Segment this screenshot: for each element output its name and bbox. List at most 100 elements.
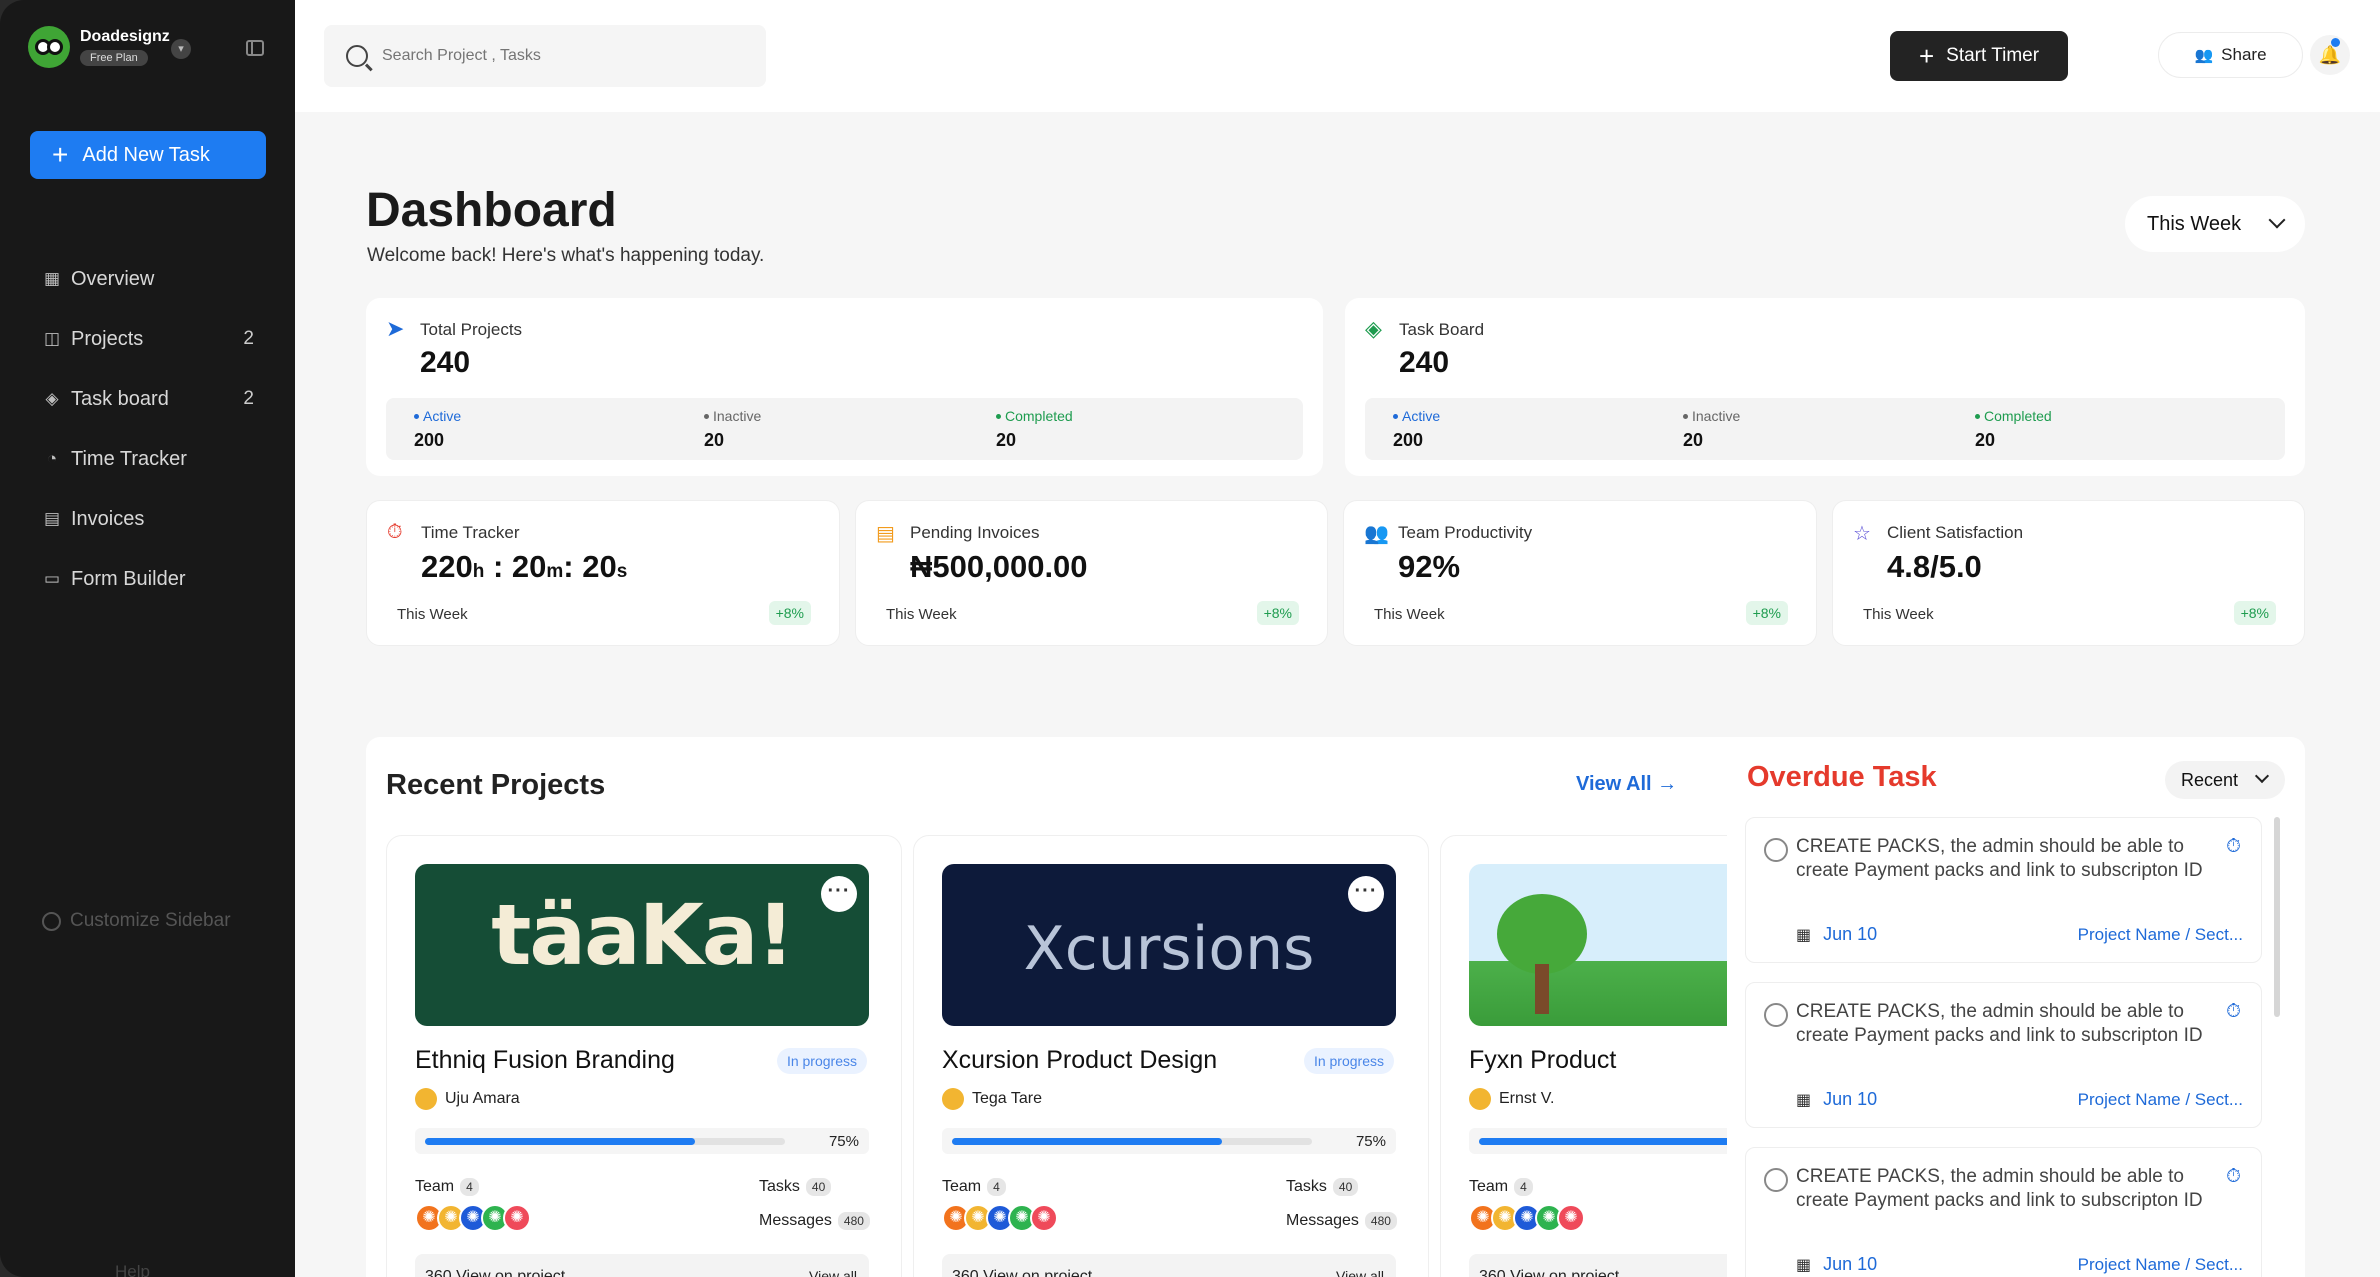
overdue-task-item[interactable]: CREATE PACKS, the admin should be able t… xyxy=(1745,1147,2262,1277)
stat-value: 240 xyxy=(420,346,471,379)
project-banner: Xcursions ··· xyxy=(942,864,1396,1026)
document-icon: ▤ xyxy=(876,523,895,545)
task-checkbox[interactable] xyxy=(1764,1168,1788,1192)
task-board-card[interactable]: ◈ Task Board 240 Active 200 Inactive 20 … xyxy=(1345,298,2305,476)
pending-invoices-card[interactable]: ▤ Pending Invoices ₦500,000.00 This Week… xyxy=(855,500,1328,646)
team-label: Team xyxy=(942,1178,982,1195)
client-satisfaction-card[interactable]: ☆ Client Satisfaction 4.8/5.0 This Week … xyxy=(1832,500,2305,646)
collapse-sidebar-icon[interactable] xyxy=(246,40,264,56)
project-owner: Ernst V. xyxy=(1469,1088,1554,1110)
sidebar-nav: ▦ Overview ◫ Projects 2 ◈ Task board 2 ◔… xyxy=(42,249,254,609)
sidebar-item-projects[interactable]: ◫ Projects 2 xyxy=(42,309,254,369)
date-range-select[interactable]: This Week xyxy=(2125,196,2305,252)
grid-icon: ▦ xyxy=(43,269,61,288)
view-all-link[interactable]: View all xyxy=(1336,1268,1384,1277)
minutes-value: 20 xyxy=(511,549,547,584)
messages-count: Messages 480 xyxy=(759,1212,870,1230)
tasks-count-badge: 40 xyxy=(805,1178,832,1196)
metric-label: Time Tracker xyxy=(421,523,520,542)
settings-circle-icon xyxy=(42,911,61,931)
share-button[interactable]: 👥 Share xyxy=(2158,32,2303,78)
page-title: Dashboard xyxy=(366,184,617,237)
team-label: Team xyxy=(1469,1178,1509,1195)
tree-trunk xyxy=(1535,964,1549,1014)
search-input[interactable] xyxy=(382,47,762,65)
owner-name: Uju Amara xyxy=(445,1090,520,1107)
avatar xyxy=(503,1204,531,1232)
messages-count-badge: 480 xyxy=(837,1212,870,1230)
task-checkbox[interactable] xyxy=(1764,838,1788,862)
project-footer[interactable]: 360 View on project View all xyxy=(942,1254,1396,1277)
stat-label: Task Board xyxy=(1399,320,1485,339)
total-projects-card[interactable]: ➤ Total Projects 240 Active 200 Inactive… xyxy=(366,298,1323,476)
view-on-project-link[interactable]: 360 View on project xyxy=(952,1268,1092,1277)
status-badge: In progress xyxy=(776,1048,867,1074)
workspace-switcher[interactable]: Doadesignz Free Plan ▾ xyxy=(28,26,191,68)
sidebar-item-form-builder[interactable]: ▭ Form Builder xyxy=(42,549,254,609)
tasks-count: Tasks 40 xyxy=(1286,1178,1359,1196)
search-bar[interactable] xyxy=(324,25,766,87)
tree-illustration xyxy=(1497,894,1587,974)
messages-count: Messages 480 xyxy=(1286,1212,1397,1230)
progress-percent: 75% xyxy=(828,1133,859,1150)
sidebar-item-overview[interactable]: ▦ Overview xyxy=(42,249,254,309)
stat-active-value: 200 xyxy=(1393,430,1424,450)
tasks-label: Tasks xyxy=(759,1178,800,1195)
team-productivity-card[interactable]: 👥 Team Productivity 92% This Week +8% xyxy=(1343,500,1817,646)
stopwatch-icon[interactable]: ⏱ xyxy=(2226,1166,2241,1188)
sidebar-item-task-board[interactable]: ◈ Task board 2 xyxy=(42,369,254,429)
avatar xyxy=(1030,1204,1058,1232)
workspace-name: Doadesignz xyxy=(80,28,170,45)
view-all-projects-link[interactable]: View All → xyxy=(1576,773,1677,796)
chevron-down-icon[interactable]: ▾ xyxy=(171,39,191,59)
more-options-icon[interactable]: ··· xyxy=(821,876,857,912)
add-new-task-button[interactable]: + Add New Task xyxy=(30,131,266,179)
help-link[interactable]: Help xyxy=(115,1262,150,1277)
view-on-project-link[interactable]: 360 View on project xyxy=(1479,1268,1619,1277)
users-icon: 👥 xyxy=(2194,47,2214,64)
send-icon: ➤ xyxy=(386,316,405,341)
task-project-link[interactable]: Project Name / Sect... xyxy=(2078,1090,2243,1110)
stat-inactive-label: Inactive xyxy=(704,408,761,424)
view-all-link[interactable]: View all xyxy=(809,1268,857,1277)
team-count-badge: 4 xyxy=(987,1178,1006,1196)
more-options-icon[interactable]: ··· xyxy=(1348,876,1384,912)
overdue-filter-select[interactable]: Recent xyxy=(2165,761,2285,799)
sidebar-item-invoices[interactable]: ▤ Invoices xyxy=(42,489,254,549)
metric-value: 220h : 20m: 20s xyxy=(421,549,628,584)
customize-sidebar-label: Customize Sidebar xyxy=(70,910,231,931)
project-card[interactable]: täaKa! ··· Ethniq Fusion Branding In pro… xyxy=(386,835,902,1277)
project-footer[interactable]: 360 View on project View all xyxy=(415,1254,869,1277)
metric-value: 4.8/5.0 xyxy=(1887,549,1982,584)
task-project-link[interactable]: Project Name / Sect... xyxy=(2078,1255,2243,1275)
messages-label: Messages xyxy=(1286,1212,1359,1229)
view-on-project-link[interactable]: 360 View on project xyxy=(425,1268,565,1277)
scrollbar[interactable] xyxy=(2274,817,2280,1017)
project-progress: 75% xyxy=(942,1128,1396,1154)
task-checkbox[interactable] xyxy=(1764,1003,1788,1027)
task-project-link[interactable]: Project Name / Sect... xyxy=(2078,925,2243,945)
start-timer-button[interactable]: + Start Timer xyxy=(1890,31,2068,81)
stopwatch-icon: ⏱ xyxy=(387,521,403,543)
metric-period: This Week xyxy=(1374,606,1445,623)
metric-label: Team Productivity xyxy=(1398,523,1533,542)
customize-sidebar-button[interactable]: Customize Sidebar xyxy=(42,910,231,932)
overdue-filter-value: Recent xyxy=(2181,769,2239,790)
date-range-value: This Week xyxy=(2147,212,2242,235)
sidebar-item-time-tracker[interactable]: ◔ Time Tracker xyxy=(42,429,254,489)
tasks-count: Tasks 40 xyxy=(759,1178,832,1196)
bell-icon[interactable]: 🔔 xyxy=(2310,35,2350,75)
metric-delta-badge: +8% xyxy=(768,601,811,625)
users-icon: 👥 xyxy=(1364,523,1389,545)
overdue-tasks-panel: Overdue Task Recent CREATE PACKS, the ad… xyxy=(1727,737,2305,1277)
time-tracker-card[interactable]: ⏱ Time Tracker 220h : 20m: 20s This Week… xyxy=(366,500,840,646)
stat-active-label: Active xyxy=(1393,408,1440,424)
metric-delta-badge: +8% xyxy=(2233,601,2276,625)
stopwatch-icon[interactable]: ⏱ xyxy=(2226,836,2241,858)
stat-completed: Completed 20 xyxy=(1975,408,2052,451)
stopwatch-icon[interactable]: ⏱ xyxy=(2226,1001,2241,1023)
overdue-task-item[interactable]: CREATE PACKS, the admin should be able t… xyxy=(1745,817,2262,963)
project-card[interactable]: Xcursions ··· Xcursion Product Design In… xyxy=(913,835,1429,1277)
overdue-task-item[interactable]: CREATE PACKS, the admin should be able t… xyxy=(1745,982,2262,1128)
team-avatars xyxy=(942,1204,1058,1232)
